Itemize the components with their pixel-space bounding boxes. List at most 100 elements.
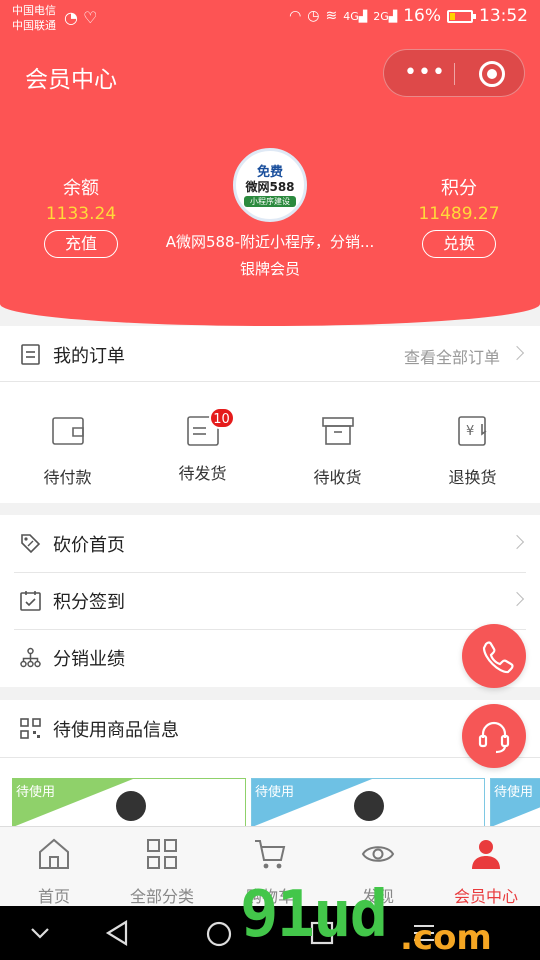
grid-icon — [147, 839, 177, 869]
watermark-domain: .com — [400, 918, 492, 958]
avatar[interactable]: 免费 微网588 小程序建设 — [233, 148, 307, 222]
call-button[interactable] — [462, 624, 526, 688]
carrier-1: 中国电信 — [12, 4, 56, 17]
tab-categories[interactable]: 全部分类 — [108, 837, 216, 907]
chevron-right-icon — [509, 591, 525, 607]
order-list-icon — [21, 344, 40, 365]
order-pending-receipt[interactable]: 待收货 — [270, 414, 405, 488]
refund-icon: ¥ — [457, 416, 486, 446]
back-icon[interactable] — [104, 919, 130, 947]
svg-text:¥: ¥ — [466, 424, 474, 439]
points-value: 11489.27 — [418, 204, 500, 224]
menu-bargain-label: 砍价首页 — [53, 535, 125, 556]
order-label: 待发货 — [178, 464, 227, 483]
card-tag: 待使用 — [16, 785, 56, 800]
home-circle-icon[interactable] — [206, 921, 232, 947]
card-tag: 待使用 — [494, 785, 534, 800]
carrier-2: 中国联通 — [12, 19, 56, 32]
order-label: 退换货 — [448, 468, 497, 487]
phone-icon — [482, 641, 514, 674]
orders-title: 我的订单 — [53, 346, 125, 367]
battery-icon — [447, 9, 476, 23]
product-thumbnail — [354, 791, 384, 821]
chevron-right-icon — [509, 534, 525, 550]
chevron-down-icon[interactable] — [28, 924, 52, 942]
member-level: 银牌会员 — [239, 260, 300, 278]
orders-header[interactable]: 我的订单 查看全部订单 — [0, 326, 540, 383]
order-label: 待收货 — [313, 468, 362, 487]
product-thumbnail — [116, 791, 146, 821]
wallet-icon — [51, 417, 84, 445]
capsule-divider — [454, 63, 455, 85]
recharge-button[interactable]: 充值 — [44, 230, 118, 258]
customer-service-button[interactable] — [462, 704, 526, 768]
signal-2g-icon: 2G▟ — [373, 9, 398, 23]
divider — [0, 757, 540, 758]
box-icon — [321, 417, 354, 445]
unused-title: 待使用商品信息 — [53, 720, 179, 741]
order-pending-shipment[interactable]: 10 待发货 — [135, 407, 270, 484]
status-bar: 中国电信 中国联通 ◔ ♡ ◠ ◷ ≋ 4G▟ 2G▟ 16% 13:52 — [0, 0, 540, 36]
chevron-right-icon — [509, 345, 525, 361]
menu-distribution-label: 分销业绩 — [53, 649, 125, 670]
user-icon — [472, 840, 500, 869]
avatar-text-brand: 微网588 — [245, 180, 295, 194]
balance-label: 余额 — [63, 178, 99, 199]
headset-icon: ◠ — [289, 8, 302, 24]
tab-label: 会员中心 — [453, 887, 518, 906]
menu-section: 砍价首页 积分签到 分销业绩 — [0, 515, 540, 687]
page-title: 会员中心 — [25, 67, 117, 93]
view-all-orders-link[interactable]: 查看全部订单 — [404, 344, 500, 368]
carrier-info: 中国电信 中国联通 — [12, 3, 56, 33]
exchange-button[interactable]: 兑换 — [422, 230, 496, 258]
heart-monitor-icon: ♡ — [83, 8, 98, 27]
tab-label: 首页 — [37, 887, 70, 906]
unused-card[interactable]: 待使用 — [251, 778, 485, 828]
wifi-icon: ≋ — [325, 8, 338, 24]
balance-value: 1133.24 — [45, 204, 117, 224]
member-header: 会员中心 ••• 余额 1133.24 充值 免费 微网588 小程序建设 A微… — [0, 36, 540, 326]
cart-icon — [255, 840, 286, 869]
unused-card[interactable]: 待使用 — [12, 778, 246, 828]
tab-label: 全部分类 — [129, 887, 194, 906]
qr-code-icon — [20, 718, 41, 739]
orders-section: 我的订单 查看全部订单 待付款 10 待发货 待收货 ¥ 退换货 — [0, 326, 540, 503]
menu-distribution[interactable]: 分销业绩 — [0, 629, 540, 686]
battery-percent: 16% — [403, 6, 441, 26]
miniprogram-capsule: ••• — [383, 49, 525, 97]
status-extra-icons: ◔ ♡ — [64, 8, 97, 27]
eye-icon — [361, 846, 395, 862]
status-right: ◠ ◷ ≋ 4G▟ 2G▟ 16% 13:52 — [289, 6, 528, 26]
order-pending-payment[interactable]: 待付款 — [0, 414, 135, 488]
balance-block: 余额 1133.24 充值 — [26, 174, 136, 258]
watermark-brand: 91ud — [240, 878, 388, 952]
more-icon[interactable]: ••• — [404, 60, 446, 85]
price-tag-icon — [21, 534, 41, 554]
avatar-text-service: 小程序建设 — [244, 196, 296, 207]
tab-member-center[interactable]: 会员中心 — [432, 837, 540, 907]
headset-icon — [478, 721, 510, 754]
tab-home[interactable]: 首页 — [0, 837, 108, 907]
signal-4g-icon: 4G▟ — [343, 9, 368, 23]
unused-card[interactable]: 待使用 — [490, 778, 540, 828]
close-miniprogram-icon[interactable] — [479, 61, 505, 87]
pending-shipment-badge: 10 — [208, 407, 235, 429]
nfc-icon: ◔ — [64, 8, 78, 27]
points-block: 积分 11489.27 兑换 — [404, 174, 514, 258]
menu-checkin[interactable]: 积分签到 — [0, 572, 540, 629]
menu-checkin-label: 积分签到 — [53, 592, 125, 613]
alarm-icon: ◷ — [307, 8, 320, 24]
order-refund[interactable]: ¥ 退换货 — [405, 414, 540, 488]
divider — [0, 381, 540, 382]
calendar-check-icon — [20, 591, 41, 611]
invoice-icon-wrap: 10 — [186, 407, 235, 448]
nickname: A微网588-附近小程序，分销... — [165, 233, 375, 251]
clock: 13:52 — [479, 6, 528, 26]
home-icon — [39, 838, 69, 869]
points-label: 积分 — [441, 178, 477, 199]
card-tag: 待使用 — [255, 785, 295, 800]
order-label: 待付款 — [43, 468, 92, 487]
unused-header[interactable]: 待使用商品信息 — [0, 700, 540, 757]
org-chart-icon — [20, 647, 41, 668]
menu-bargain[interactable]: 砍价首页 — [0, 515, 540, 572]
